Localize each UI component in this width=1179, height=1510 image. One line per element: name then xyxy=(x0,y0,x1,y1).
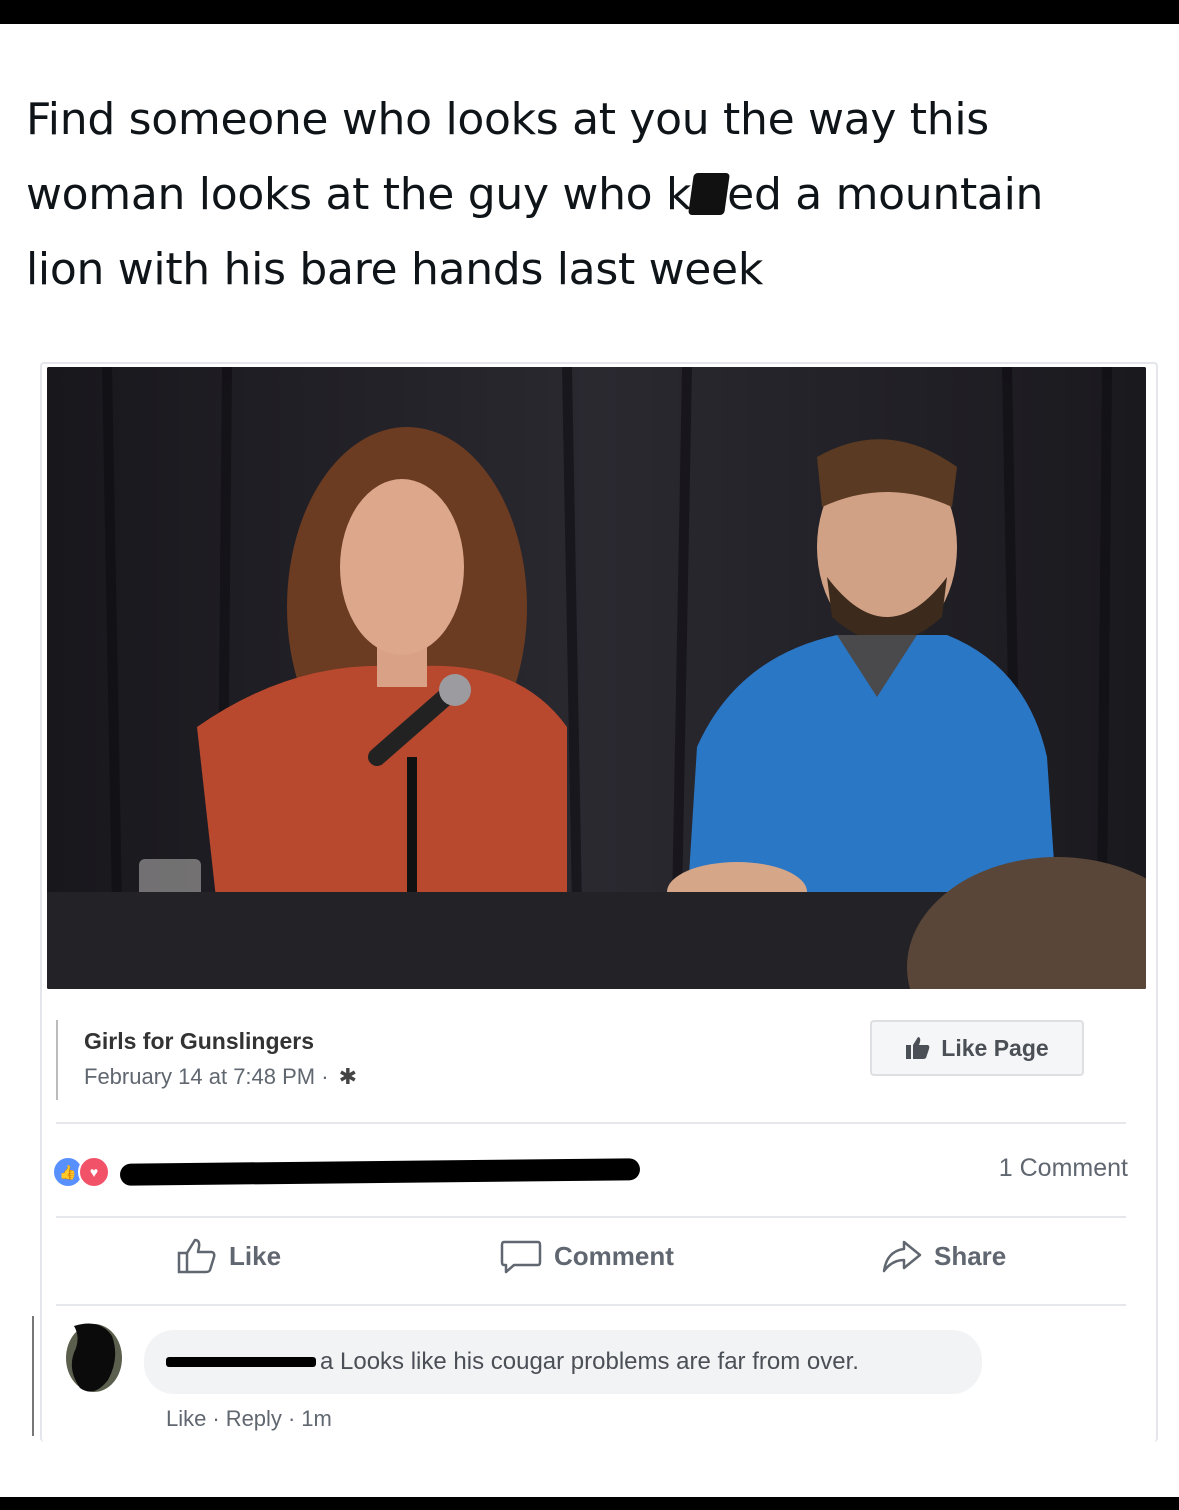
divider xyxy=(56,1122,1126,1124)
post-date-text: February 14 at 7:48 PM · xyxy=(84,1064,335,1089)
caption-line-3: lion with his bare hands last week xyxy=(26,244,764,295)
like-icon xyxy=(177,1238,216,1274)
comment-button[interactable]: Comment xyxy=(500,1238,674,1274)
share-label: Share xyxy=(934,1240,1007,1271)
comment-indent-rule xyxy=(32,1316,34,1436)
like-button[interactable]: Like xyxy=(177,1238,281,1274)
thumbs-up-icon xyxy=(906,1037,930,1059)
comment-label: Comment xyxy=(554,1240,674,1271)
post-actions-bar: Like Comment Share xyxy=(42,1226,1156,1286)
post-timestamp[interactable]: February 14 at 7:48 PM · ✱ xyxy=(84,1064,357,1090)
divider xyxy=(56,1304,1126,1306)
caption-line-1: Find someone who looks at you the way th… xyxy=(26,94,989,145)
comment-reply-link[interactable]: Reply xyxy=(226,1406,282,1431)
comment-count[interactable]: 1 Comment xyxy=(999,1154,1128,1183)
caption-line-2-end: ed a mountain xyxy=(727,169,1044,220)
separator-dot: · xyxy=(212,1406,220,1431)
love-reaction-icon: ♥ xyxy=(78,1156,110,1188)
redacted-commenter-name xyxy=(166,1357,316,1367)
top-black-bar xyxy=(0,0,1179,24)
like-label: Like xyxy=(229,1240,282,1271)
comment-time[interactable]: 1m xyxy=(301,1406,332,1431)
reaction-summary[interactable]: 👍 ♥ xyxy=(52,1156,641,1188)
redacted-reactor-names xyxy=(119,1158,641,1186)
share-icon xyxy=(882,1240,922,1273)
meta-divider xyxy=(56,1020,58,1100)
comment-bubble: a Looks like his cougar problems are far… xyxy=(144,1330,982,1394)
comment-like-link[interactable]: Like xyxy=(166,1406,206,1431)
facebook-post-card: Girls for Gunslingers February 14 at 7:4… xyxy=(32,362,1158,1442)
comment-text: a Looks like his cougar problems are far… xyxy=(320,1348,859,1375)
meme-caption: Find someone who looks at you the way th… xyxy=(26,82,1166,307)
caption-line-2: woman looks at the guy who k ed a mountai… xyxy=(26,157,1166,232)
like-page-button[interactable]: Like Page xyxy=(870,1020,1084,1076)
gear-icon[interactable]: ✱ xyxy=(339,1064,357,1090)
commenter-avatar[interactable] xyxy=(60,1318,126,1396)
comment-item: a Looks like his cougar problems are far… xyxy=(32,1316,1156,1436)
divider xyxy=(56,1216,1126,1218)
comment-actions: Like · Reply · 1m xyxy=(166,1406,332,1432)
page-name-link[interactable]: Girls for Gunslingers xyxy=(84,1028,314,1055)
caption-line-2-start: woman looks at the guy who k xyxy=(26,169,692,220)
post-photo[interactable] xyxy=(47,367,1146,989)
separator-dot: · xyxy=(287,1406,296,1431)
comment-icon xyxy=(500,1240,542,1274)
bottom-black-bar xyxy=(0,1497,1179,1510)
share-button[interactable]: Share xyxy=(882,1238,1006,1274)
redaction-mark xyxy=(688,173,731,215)
like-page-label: Like Page xyxy=(941,1034,1049,1061)
press-conference-photo xyxy=(47,367,1146,989)
